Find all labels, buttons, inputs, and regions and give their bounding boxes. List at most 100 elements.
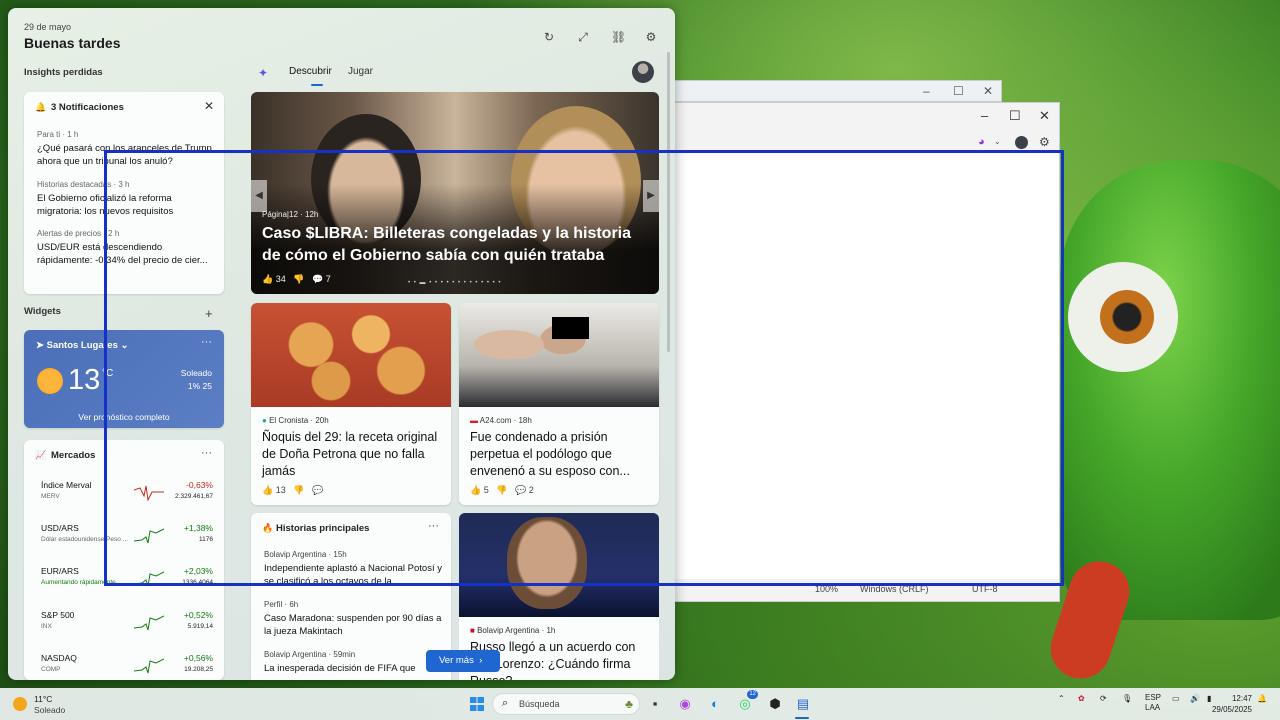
story-item[interactable]: Bolavip Argentina · 59min La inesperada … (264, 650, 444, 675)
dislike-icon[interactable]: 👎 (293, 485, 304, 495)
search-icon: ⌕ (502, 697, 509, 709)
hero-story[interactable]: ◀ ▶ Página|12 · 12h Caso $LIBRA: Billete… (251, 92, 659, 294)
whatsapp-icon[interactable]: ◎ 12 (736, 690, 758, 713)
language-indicator[interactable]: ESP LAA (1145, 693, 1161, 713)
header-actions: ↻ ⤢ ⛓ ⚙ (543, 30, 657, 45)
news-image-person (507, 517, 587, 609)
like-icon[interactable]: 👍 (262, 274, 273, 284)
chevron-up-icon[interactable]: ⌃ (1058, 694, 1065, 703)
notepad-icon[interactable]: ▤ (794, 695, 812, 713)
network-icon[interactable]: ▭ (1172, 694, 1180, 703)
news-image (251, 303, 451, 407)
forecast-link[interactable]: Ver pronóstico completo (24, 412, 224, 422)
scrollbar[interactable] (667, 52, 670, 352)
search-box[interactable]: ⌕ Búsqueda ♣ (492, 693, 640, 715)
copilot-icon[interactable]: ◕ (978, 136, 985, 148)
maximize-icon[interactable]: ☐ (1009, 108, 1021, 124)
source-icon: ▬ (470, 416, 478, 425)
copilot-icon[interactable]: ◉ (676, 695, 694, 713)
news-card[interactable]: ▬ A24.com · 18h Fue condenado a prisión … (459, 303, 659, 505)
news-source: ● El Cronista · 20h (262, 416, 329, 425)
market-value: 19.208,25 (184, 666, 213, 673)
clock[interactable]: 12:47 29/05/2025 (1212, 693, 1252, 715)
tab-descubrir[interactable]: Descubrir (289, 66, 332, 77)
expand-icon[interactable]: ⤢ (577, 30, 589, 45)
refresh-icon[interactable]: ↻ (543, 30, 555, 45)
like-icon[interactable]: 👍 (262, 485, 273, 495)
add-widget-icon[interactable]: + (205, 306, 213, 321)
taskbar-condition[interactable]: Soleado (34, 705, 65, 715)
hero-source: Página|12 · 12h (262, 210, 319, 219)
carousel-dots[interactable]: • • ▬ • • • • • • • • • • • • • (408, 280, 502, 286)
text-editor[interactable] (661, 151, 1059, 579)
like-icon[interactable]: 👍 (470, 485, 481, 495)
more-icon[interactable]: ··· (201, 447, 212, 459)
notification-source: Historias destacadas · 3 h (37, 180, 130, 189)
market-row[interactable]: NASDAQ COMP +0,56% 19.208,25 (41, 653, 213, 680)
tray-app-icon[interactable]: ✿ (1078, 694, 1085, 703)
sync-icon[interactable]: ⟳ (1100, 694, 1107, 703)
weather-location[interactable]: ➤ Santos Lugares ⌄ (36, 340, 129, 351)
close-icon[interactable]: ✕ (204, 99, 214, 113)
comment-icon[interactable]: 💬 (312, 274, 323, 284)
sun-icon[interactable] (13, 697, 27, 711)
comment-icon[interactable]: 💬 (515, 485, 526, 495)
gear-icon[interactable]: ⚙ (645, 30, 657, 45)
volume-icon[interactable]: 🔊 (1190, 694, 1200, 703)
task-view-icon[interactable]: ▪ (646, 695, 664, 713)
like-count: 13 (275, 485, 286, 495)
edge-icon[interactable]: ◐ (706, 695, 724, 713)
app-icon[interactable]: ⬢ (766, 695, 784, 713)
notepad-window[interactable]: – ☐ ✕ ◕ ⌄ ⚙ 100% Windows (CRLF) UTF-8 (660, 102, 1060, 602)
notifications-icon[interactable]: 🔔 (1257, 694, 1267, 703)
windows-start-icon[interactable] (470, 697, 484, 711)
close-icon[interactable]: ✕ (983, 84, 993, 98)
market-change: +0,52% (183, 610, 213, 620)
news-headline[interactable]: Ñoquis del 29: la receta original de Doñ… (262, 429, 442, 480)
carousel-prev-button[interactable]: ◀ (251, 180, 267, 212)
battery-icon[interactable]: ▮ (1207, 694, 1211, 703)
notification-item[interactable]: Historias destacadas · 3 h El Gobierno o… (37, 180, 217, 218)
maximize-icon[interactable]: ☐ (953, 84, 964, 98)
notification-item[interactable]: Alertas de precios · 2 h USD/EUR está de… (37, 229, 217, 267)
active-app-indicator (795, 717, 809, 719)
top-stories-card[interactable]: 🔥 Historias principales ··· Bolavip Arge… (251, 513, 451, 680)
chevron-down-icon[interactable]: ⌄ (994, 137, 1001, 146)
comment-icon[interactable]: 💬 (312, 485, 323, 495)
weather-widget[interactable]: ➤ Santos Lugares ⌄ ··· 13 °C Soleado 1% … (24, 330, 224, 428)
notifications-card[interactable]: 🔔 3 Notificaciones ✕ Para ti · 1 h ¿Qué … (24, 92, 224, 294)
dislike-icon[interactable]: 👎 (496, 485, 507, 495)
notepad-titlebar[interactable]: – ☐ ✕ (661, 103, 1059, 129)
market-row[interactable]: EUR/ARS Aumentando rápidamente +2,03% 1336,… (41, 566, 213, 602)
see-more-button[interactable]: Ver más › (426, 650, 500, 672)
notification-source: Alertas de precios · 2 h (37, 229, 120, 238)
gear-icon[interactable]: ⚙ (1039, 135, 1050, 149)
tab-jugar[interactable]: Jugar (348, 66, 373, 77)
comment-count: 7 (325, 274, 331, 284)
more-icon[interactable]: ··· (428, 520, 439, 532)
notifications-title: 3 Notificaciones (51, 102, 124, 113)
more-icon[interactable]: ··· (201, 336, 212, 348)
minimize-icon[interactable]: – (923, 84, 930, 98)
market-row[interactable]: USD/ARS Dólar estadounidense Peso ... +1,3… (41, 523, 213, 559)
taskbar-temperature[interactable]: 11°C (34, 694, 52, 704)
notification-item[interactable]: Para ti · 1 h ¿Qué pasará con los arance… (37, 130, 217, 168)
dislike-icon[interactable]: 👎 (293, 274, 304, 284)
market-row[interactable]: S&P 500 INX +0,52% 5.919,14 (41, 610, 213, 646)
hero-headline[interactable]: Caso $LIBRA: Billeteras congeladas y la … (262, 223, 642, 267)
avatar[interactable] (632, 61, 654, 83)
close-icon[interactable]: ✕ (1039, 108, 1050, 124)
microphone-icon[interactable]: 🎙 (1122, 694, 1132, 703)
story-item[interactable]: Bolavip Argentina · 15h Independiente ap… (264, 550, 444, 588)
link-icon[interactable]: ⛓ (611, 30, 626, 45)
carousel-next-button[interactable]: ▶ (643, 180, 659, 212)
news-headline[interactable]: Fue condenado a prisión perpetua el podó… (470, 429, 650, 480)
markets-widget[interactable]: 📈 Mercados ··· Índice Merval MERV -0,63% 2.… (24, 440, 224, 680)
news-card[interactable]: ● El Cronista · 20h Ñoquis del 29: la re… (251, 303, 451, 505)
market-row[interactable]: Índice Merval MERV -0,63% 2.329.461,67 (41, 480, 213, 516)
minimize-icon[interactable]: – (981, 108, 988, 123)
sparkline (134, 658, 164, 674)
avatar[interactable] (1015, 136, 1028, 149)
story-item[interactable]: Perfil · 6h Caso Maradona: suspenden por… (264, 600, 444, 638)
background-window[interactable]: – ☐ ✕ (660, 80, 1002, 102)
